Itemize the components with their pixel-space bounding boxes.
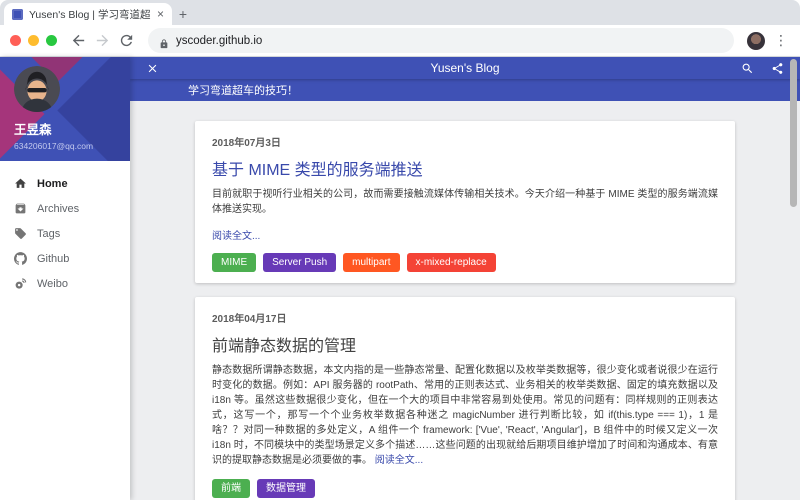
post-card: 2018年04月17日 前端静态数据的管理 静态数据所谓静态数据，本文内指的是一… (195, 297, 735, 500)
hero-banner: 学习弯道超车的技巧！ (130, 79, 800, 101)
window-controls (10, 35, 57, 46)
post-excerpt: 静态数据所谓静态数据，本文内指的是一些静态常量、配置化数据以及枚举类数据等，很少… (212, 363, 718, 468)
post-date: 2018年07月3日 (212, 138, 281, 149)
sidebar-item-weibo[interactable]: Weibo (0, 271, 130, 296)
browser-profile-avatar[interactable] (747, 31, 765, 50)
github-icon (14, 252, 27, 265)
archive-icon (14, 202, 27, 215)
sidebar-item-label: Archives (37, 202, 80, 215)
tag-chip[interactable]: x-mixed-replace (406, 253, 496, 272)
main-area: Yusen's Blog 学习弯道超车的技巧！ 2018年07月3日 基于 MI… (130, 57, 800, 500)
profile-email: 634206017@qq.com (14, 141, 94, 151)
post-tags: MIME Server Push multipart x-mixed-repla… (212, 253, 718, 272)
blog-sidebar: 王昱森 634206017@qq.com Home Archives Tags … (0, 57, 130, 500)
sidebar-item-label: Home (37, 177, 68, 190)
post-excerpt-text: 静态数据所谓静态数据，本文内指的是一些静态常量、配置化数据以及枚举类数据等，很少… (212, 365, 718, 466)
tag-chip[interactable]: 前端 (212, 479, 250, 498)
sidebar-item-tags[interactable]: Tags (0, 221, 130, 246)
sidebar-item-label: Tags (37, 227, 61, 240)
url-text: yscoder.github.io (176, 34, 263, 47)
read-more-link[interactable]: 阅读全文... (375, 455, 423, 466)
avatar (14, 66, 60, 112)
share-icon[interactable] (771, 62, 784, 75)
tag-chip[interactable]: Server Push (263, 253, 337, 272)
reload-button[interactable] (118, 32, 135, 49)
back-button[interactable] (70, 32, 87, 49)
post-title-link[interactable]: 前端静态数据的管理 (212, 332, 718, 356)
post-title-link[interactable]: 基于 MIME 类型的服务端推送 (212, 156, 718, 180)
address-bar[interactable]: yscoder.github.io (148, 28, 734, 53)
post-date: 2018年04月17日 (212, 314, 287, 325)
browser-tab[interactable]: Yusen's Blog | 学习弯道超车的... × (4, 3, 172, 25)
profile-name: 王昱森 (14, 123, 52, 137)
read-more-link[interactable]: 阅读全文... (212, 227, 718, 242)
post-card: 2018年07月3日 基于 MIME 类型的服务端推送 目前就职于视听行业相关的… (195, 121, 735, 283)
weibo-icon (14, 277, 27, 290)
blog-title: Yusen's Blog (430, 61, 500, 75)
tab-close-icon[interactable]: × (157, 8, 164, 20)
sidebar-item-github[interactable]: Github (0, 246, 130, 271)
page-scrollbar[interactable] (790, 57, 797, 500)
sidebar-item-archives[interactable]: Archives (0, 196, 130, 221)
window-close-button[interactable] (10, 35, 21, 46)
blog-subtitle: 学习弯道超车的技巧！ (188, 85, 298, 97)
sidebar-nav: Home Archives Tags Github Weibo (0, 161, 130, 296)
sidebar-item-label: Weibo (37, 277, 68, 290)
post-excerpt: 目前就职于视听行业相关的公司，故而需要接触流媒体传输相关技术。今天介绍一种基于 … (212, 189, 718, 215)
post-tags: 前端 数据管理 (212, 479, 718, 498)
browser-tab-bar: Yusen's Blog | 学习弯道超车的... × + (0, 0, 800, 25)
home-icon (14, 177, 27, 190)
browser-toolbar: yscoder.github.io ⋮ (0, 25, 800, 57)
forward-button[interactable] (94, 32, 111, 49)
tag-chip[interactable]: multipart (343, 253, 400, 272)
sidebar-item-home[interactable]: Home (0, 171, 130, 196)
search-icon[interactable] (741, 62, 754, 75)
tag-chip[interactable]: 数据管理 (257, 479, 315, 498)
sidebar-header: 王昱森 634206017@qq.com (0, 57, 130, 161)
sidebar-item-label: Github (37, 252, 70, 265)
page-viewport: 王昱森 634206017@qq.com Home Archives Tags … (0, 57, 800, 500)
post-list: 2018年07月3日 基于 MIME 类型的服务端推送 目前就职于视听行业相关的… (130, 101, 800, 500)
window-zoom-button[interactable] (46, 35, 57, 46)
blog-appbar: Yusen's Blog (130, 57, 800, 79)
browser-menu-icon[interactable]: ⋮ (772, 32, 790, 49)
tab-title: Yusen's Blog | 学习弯道超车的... (29, 8, 151, 21)
lock-icon[interactable] (159, 36, 169, 48)
tag-chip[interactable]: MIME (212, 253, 257, 272)
tag-icon (14, 227, 27, 240)
window-minimize-button[interactable] (28, 35, 39, 46)
appbar-actions (741, 62, 784, 75)
new-tab-button[interactable]: + (172, 3, 194, 25)
browser-window: Yusen's Blog | 学习弯道超车的... × + yscoder.gi… (0, 0, 800, 500)
scrollbar-thumb[interactable] (790, 59, 797, 207)
site-favicon-icon (12, 8, 23, 20)
